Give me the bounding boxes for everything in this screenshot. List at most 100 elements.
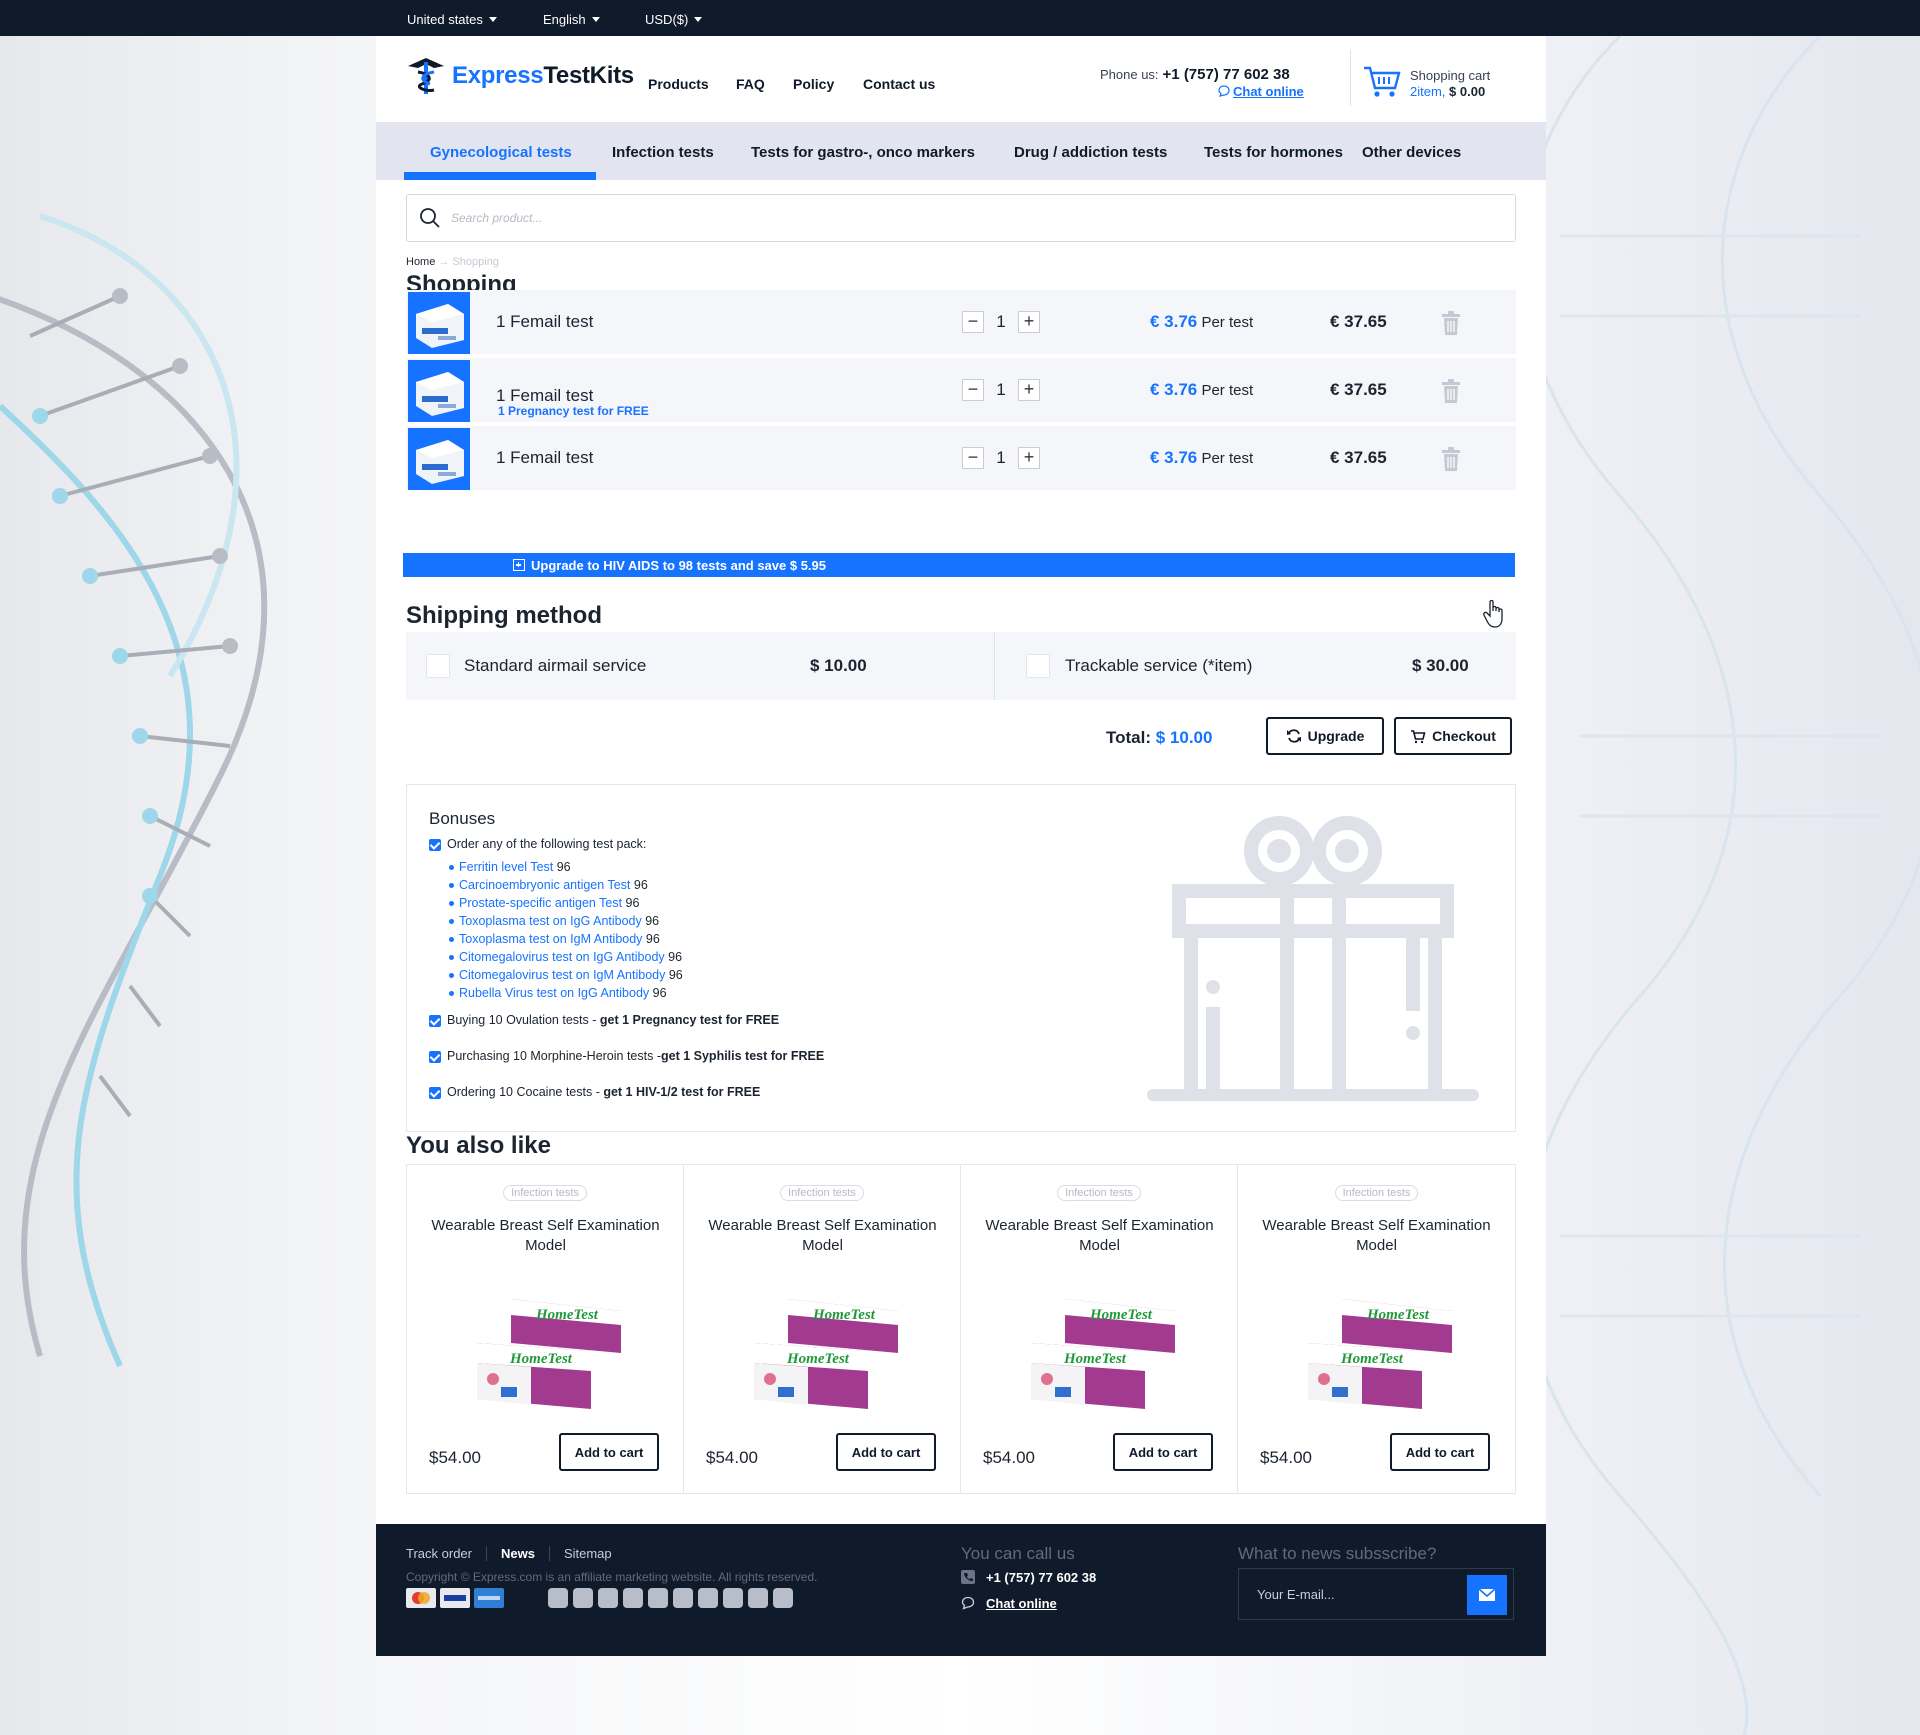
site-logo[interactable]: ExpressTestKits: [404, 56, 634, 96]
instagram-icon[interactable]: [773, 1588, 793, 1608]
bonus-test-link[interactable]: Toxoplasma test on IgM Antibody: [459, 932, 642, 946]
box-brand-label: HomeTest: [1340, 1351, 1404, 1367]
category-drug-addiction-tests[interactable]: Drug / addiction tests: [1014, 144, 1167, 161]
checkout-button[interactable]: Checkout: [1394, 717, 1512, 755]
trash-icon[interactable]: [1440, 310, 1462, 336]
language-label: English: [543, 12, 586, 27]
search-icon[interactable]: [419, 207, 441, 229]
category-other-devices[interactable]: Other devices: [1362, 144, 1461, 161]
language-select[interactable]: English: [543, 12, 600, 27]
pinterest-icon[interactable]: [698, 1588, 718, 1608]
bonus-test-link[interactable]: Citomegalovirus test on IgM Antibody: [459, 968, 665, 982]
list-item: Toxoplasma test on IgG Antibody 96: [449, 912, 683, 930]
footer-link-sitemap[interactable]: Sitemap: [550, 1546, 626, 1561]
newsletter-submit-button[interactable]: [1467, 1575, 1507, 1615]
product-thumbnail[interactable]: [408, 428, 470, 490]
product-image[interactable]: HomeTest HomeTest: [1302, 1291, 1472, 1421]
standard-airmail-label[interactable]: Standard airmail service: [464, 656, 646, 676]
bonus-checkbox[interactable]: [429, 1087, 441, 1099]
bonus-test-link[interactable]: Ferritin level Test: [459, 860, 553, 874]
add-to-cart-button[interactable]: Add to cart: [559, 1433, 659, 1471]
bonus-offer-text: Buying 10 Ovulation tests -: [447, 1013, 600, 1027]
linkedin-icon[interactable]: [623, 1588, 643, 1608]
google-plus-icon[interactable]: [573, 1588, 593, 1608]
category-gynecological-tests[interactable]: Gynecological tests: [430, 144, 572, 161]
decrease-quantity-button[interactable]: −: [962, 311, 984, 333]
bonus-test-link[interactable]: Toxoplasma test on IgG Antibody: [459, 914, 642, 928]
country-select[interactable]: United states: [407, 12, 497, 27]
add-to-cart-button[interactable]: Add to cart: [1113, 1433, 1213, 1471]
footer-link-track-order[interactable]: Track order: [406, 1546, 487, 1561]
upgrade-offer-bar[interactable]: Upgrade to HIV AIDS to 98 tests and save…: [403, 553, 1515, 577]
category-infection-tests[interactable]: Infection tests: [612, 144, 714, 161]
bonus-test-link[interactable]: Rubella Virus test on IgG Antibody: [459, 986, 649, 1000]
decrease-quantity-button[interactable]: −: [962, 379, 984, 401]
vimeo-icon[interactable]: [723, 1588, 743, 1608]
dropbox-icon[interactable]: [748, 1588, 768, 1608]
nav-policy[interactable]: Policy: [793, 76, 834, 92]
trackable-service-checkbox[interactable]: [1026, 654, 1050, 678]
breadcrumb-home[interactable]: Home: [406, 256, 435, 268]
bonus-test-link[interactable]: Citomegalovirus test on IgG Antibody: [459, 950, 665, 964]
product-image[interactable]: HomeTest HomeTest: [748, 1291, 918, 1421]
unit-price: € 3.76 Per test: [1150, 448, 1253, 468]
nav-products[interactable]: Products: [648, 76, 709, 92]
standard-airmail-checkbox[interactable]: [426, 654, 450, 678]
facebook-icon[interactable]: [598, 1588, 618, 1608]
chat-online-link[interactable]: Chat online: [1218, 84, 1304, 99]
product-title[interactable]: Wearable Breast Self Examination Model: [981, 1216, 1218, 1256]
currency-select[interactable]: USD($): [645, 12, 703, 27]
increase-quantity-button[interactable]: +: [1018, 311, 1040, 333]
flickr-icon[interactable]: [673, 1588, 693, 1608]
trackable-service-label[interactable]: Trackable service (*item): [1065, 656, 1252, 676]
product-image[interactable]: HomeTest HomeTest: [1025, 1291, 1195, 1421]
bonus-test-link[interactable]: Carcinoembryonic antigen Test: [459, 878, 630, 892]
product-image[interactable]: HomeTest HomeTest: [471, 1291, 641, 1421]
skype-icon[interactable]: [648, 1588, 668, 1608]
cart-item-bonus: 1 Pregnancy test for FREE: [498, 404, 649, 418]
trash-icon[interactable]: [1440, 446, 1462, 472]
product-title[interactable]: Wearable Breast Self Examination Model: [427, 1216, 664, 1256]
quantity-stepper: −1 +: [962, 446, 1040, 470]
cart-item-name: 1 Femail test: [496, 448, 594, 467]
product-category-tag[interactable]: Infection tests: [1334, 1185, 1419, 1201]
product-category-tag[interactable]: Infection tests: [1057, 1185, 1141, 1201]
add-to-cart-button[interactable]: Add to cart: [836, 1433, 936, 1471]
product-category-tag[interactable]: Infection tests: [780, 1185, 864, 1201]
quantity-value[interactable]: 1: [984, 448, 1018, 468]
cart-title[interactable]: Shopping cart: [1410, 68, 1490, 83]
trash-icon[interactable]: [1440, 378, 1462, 404]
product-thumbnail[interactable]: [408, 360, 470, 422]
increase-quantity-button[interactable]: +: [1018, 447, 1040, 469]
product-title[interactable]: Wearable Breast Self Examination Model: [704, 1216, 941, 1256]
bonus-checkbox[interactable]: [429, 1015, 441, 1027]
product-thumbnail[interactable]: [408, 292, 470, 354]
product-price: $54.00: [429, 1448, 481, 1467]
cart-row: 1 Femail test 1 Pregnancy test for FREE …: [406, 358, 1516, 424]
category-gastro-onco-markers[interactable]: Tests for gastro-, onco markers: [751, 144, 975, 161]
quantity-value[interactable]: 1: [984, 380, 1018, 400]
cart-summary[interactable]: 2item, $ 0.00: [1410, 84, 1485, 99]
increase-quantity-button[interactable]: +: [1018, 379, 1040, 401]
bonus-test-link[interactable]: Prostate-specific antigen Test: [459, 896, 622, 910]
bonus-checkbox[interactable]: [429, 839, 441, 851]
product-category-tag[interactable]: Infection tests: [503, 1185, 587, 1201]
footer-chat-online-link[interactable]: Chat online: [986, 1596, 1057, 1611]
decrease-quantity-button[interactable]: −: [962, 447, 984, 469]
upgrade-button[interactable]: Upgrade: [1266, 717, 1384, 755]
product-title[interactable]: Wearable Breast Self Examination Model: [1258, 1216, 1495, 1256]
newsletter-email-input[interactable]: [1257, 1583, 1457, 1605]
nav-contact-us[interactable]: Contact us: [863, 76, 935, 92]
line-total: € 37.65: [1330, 448, 1387, 467]
phone-number[interactable]: +1 (757) 77 602 38: [1163, 66, 1290, 83]
search-input[interactable]: [451, 207, 1491, 229]
twitter-icon[interactable]: [548, 1588, 568, 1608]
footer-phone-number[interactable]: +1 (757) 77 602 38: [986, 1570, 1096, 1585]
footer-link-news[interactable]: News: [487, 1546, 550, 1561]
shopping-cart-icon[interactable]: [1362, 60, 1402, 100]
bonus-checkbox[interactable]: [429, 1051, 441, 1063]
quantity-value[interactable]: 1: [984, 312, 1018, 332]
category-tests-for-hormones[interactable]: Tests for hormones: [1204, 144, 1343, 161]
nav-faq[interactable]: FAQ: [736, 76, 765, 92]
add-to-cart-button[interactable]: Add to cart: [1390, 1433, 1490, 1471]
